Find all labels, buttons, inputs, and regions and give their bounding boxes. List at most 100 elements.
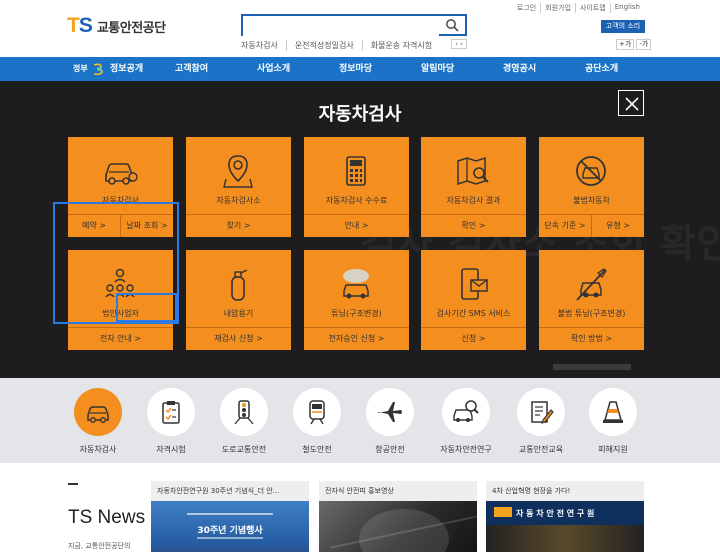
join-link[interactable]: 회원가입	[540, 3, 575, 13]
category-road-safety[interactable]: 도로교통안전	[206, 388, 282, 455]
sms-apply-link[interactable]: 신청 >	[421, 328, 526, 350]
car-check-icon	[87, 406, 109, 423]
close-icon	[625, 97, 639, 111]
check-method-link[interactable]: 확인 방법 >	[539, 328, 644, 350]
document-edit-icon	[531, 401, 554, 424]
tile-inspection-fee[interactable]: 자동차검사 수수료 안내 >	[304, 137, 409, 237]
tile-car-inspection[interactable]: 자동차검사 예약 > 날짜 조회 >	[68, 137, 173, 237]
category-aviation-safety[interactable]: 항공안전	[352, 388, 428, 455]
clipboard-icon	[162, 401, 180, 424]
map-pin-icon	[223, 155, 253, 188]
tile-illegal-tuning[interactable]: 불법 튜닝(구조변경) 확인 방법 >	[539, 250, 644, 350]
english-link[interactable]: English	[609, 3, 644, 13]
news-card[interactable]: 전자식 안전띠 홍보영상	[319, 481, 477, 552]
gov3-icon	[93, 63, 103, 75]
keyword-link[interactable]: 자동차검사	[241, 40, 286, 51]
news-card-caption: 전자식 안전띠 홍보영상	[319, 481, 477, 501]
nav-item-business[interactable]: 사업소개	[257, 57, 290, 81]
nav-item-about[interactable]: 공단소개	[585, 57, 618, 81]
news-section: TS News 지금, 교통안전공단의 자동차안전연구원 30주년 기념식_더 …	[0, 463, 720, 552]
news-card-thumbnail: 30주년 기념행사	[151, 501, 309, 552]
font-size-controls: +가 -가	[614, 39, 652, 50]
tile-label: 자동차검사 결과	[446, 196, 501, 205]
tile-pressure-vessel[interactable]: 내압용기 재검사 신청 >	[186, 250, 291, 350]
keyword-link[interactable]: 화물운송 자격시험	[361, 40, 440, 51]
tile-tuning[interactable]: 튜닝(구조변경) 전자승인 신청 >	[304, 250, 409, 350]
sitemap-link[interactable]: 사이트맵	[574, 3, 610, 13]
tuning-car-icon	[343, 269, 369, 299]
utility-links: 로그인 회원가입 사이트맵 English	[513, 3, 644, 13]
popular-keywords: 자동차검사 운전적성정밀검사 화물운송 자격시험	[241, 40, 440, 51]
nav-item-participation[interactable]: 고객참여	[175, 57, 208, 81]
tile-label: 검사기간 SMS 서비스	[436, 309, 511, 318]
search-icon[interactable]	[445, 18, 459, 32]
logo-text: 교통안전공단	[96, 20, 166, 36]
tile-inspection-station[interactable]: 자동차검사소 찾기 >	[186, 137, 291, 237]
keyword-link[interactable]: 운전적성정밀검사	[285, 40, 362, 51]
category-license-exam[interactable]: 자격시험	[133, 388, 209, 455]
nav-item-info-disclosure[interactable]: 정부 정보공개	[73, 57, 143, 81]
nav-item-management[interactable]: 경영공시	[503, 57, 536, 81]
panel-title: 자동차검사	[318, 104, 402, 125]
guide-link[interactable]: 안내 >	[304, 215, 409, 237]
enforcement-criteria-link[interactable]: 단속 기준 >	[539, 215, 591, 237]
cone-icon	[603, 401, 623, 423]
logo-mark: TS	[67, 14, 93, 37]
find-link[interactable]: 찾기 >	[186, 215, 291, 237]
car-check-icon	[105, 163, 138, 185]
no-car-icon	[576, 156, 606, 186]
tile-label: 불법자동차	[573, 196, 610, 205]
main-nav: 정부 정보공개 고객참여 사업소개 정보마당 알림마당 경영공시 공단소개	[0, 57, 720, 81]
category-damage-support[interactable]: 피해지원	[575, 388, 651, 455]
news-description: 지금, 교통안전공단의	[68, 542, 131, 550]
category-safety-education[interactable]: 교통안전교육	[503, 388, 579, 455]
login-link[interactable]: 로그인	[513, 3, 540, 13]
category-car-inspection[interactable]: 자동차검사	[60, 388, 136, 455]
category-rail-safety[interactable]: 철도안전	[279, 388, 355, 455]
confirm-link[interactable]: 확인 >	[421, 215, 526, 237]
tile-sms-service[interactable]: 검사기간 SMS 서비스 신청 >	[421, 250, 526, 350]
keyword-nav-button[interactable]: ‹ ›	[451, 39, 467, 49]
people-network-icon	[105, 268, 135, 298]
reinspection-apply-link[interactable]: 재검사 신청 >	[186, 328, 291, 350]
illegal-tuning-icon	[576, 268, 607, 301]
electronic-approval-link[interactable]: 전자승인 신청 >	[304, 328, 409, 350]
site-header: TS 교통안전공단 자동차검사 운전적성정밀검사 화물운송 자격시험 ‹ › 로…	[0, 0, 720, 57]
category-car-safety-research[interactable]: 자동차안전연구	[428, 388, 504, 455]
tile-label: 불법 튜닝(구조변경)	[557, 309, 626, 318]
font-plus-button[interactable]: +가	[616, 39, 635, 50]
tile-label: 자동차검사	[102, 196, 139, 205]
train-icon	[309, 400, 325, 425]
type-link[interactable]: 유형 >	[591, 215, 644, 237]
tile-label: 법인사업자	[102, 309, 139, 318]
news-card-thumbnail	[319, 501, 477, 552]
close-button[interactable]	[618, 90, 644, 116]
tile-label: 자동차검사 수수료	[325, 196, 388, 205]
category-strip: 자동차검사 자격시험 도로교통안전 철도안전 항공안전 자동차안전연구 교통안전…	[0, 378, 720, 463]
slide-pager[interactable]	[553, 364, 631, 370]
date-inquiry-link[interactable]: 날짜 조회 >	[120, 215, 173, 237]
search-input[interactable]	[243, 19, 439, 38]
gas-cylinder-icon	[231, 269, 248, 301]
news-card[interactable]: 4차 산업혁명 현장을 가다! 자 동 차 안 전 연 구 원	[486, 481, 644, 552]
airplane-icon	[378, 402, 402, 422]
news-card-caption: 자동차안전연구원 30주년 기념식_더 안...	[151, 481, 309, 501]
calculator-icon	[346, 156, 366, 186]
submenu-panel: 검사 검사소 조회 확인 자동차검사 자동차검사 예약 > 날짜 조회 > 자동…	[0, 81, 720, 378]
reservation-link[interactable]: 예약 >	[68, 215, 120, 237]
news-card[interactable]: 자동차안전연구원 30주년 기념식_더 안... 30주년 기념행사	[151, 481, 309, 552]
search-box	[241, 14, 467, 38]
site-logo[interactable]: TS 교통안전공단	[67, 14, 166, 38]
customer-voice-button[interactable]: 고객의 소리	[601, 20, 645, 33]
font-minus-button[interactable]: -가	[636, 39, 652, 50]
electronic-guide-link[interactable]: 전자 안내 >	[68, 328, 173, 350]
news-card-thumbnail: 자 동 차 안 전 연 구 원	[486, 501, 644, 552]
tile-illegal-car[interactable]: 불법자동차 단속 기준 > 유형 >	[539, 137, 644, 237]
nav-item-info[interactable]: 정보마당	[339, 57, 372, 81]
tile-inspection-result[interactable]: 자동차검사 결과 확인 >	[421, 137, 526, 237]
nav-item-notice[interactable]: 알림마당	[421, 57, 454, 81]
mobile-message-icon	[461, 268, 488, 300]
tile-label: 튜닝(구조변경)	[331, 309, 382, 318]
tile-corporate-business[interactable]: 법인사업자 전자 안내 >	[68, 250, 173, 350]
news-title: TS News	[68, 507, 146, 528]
